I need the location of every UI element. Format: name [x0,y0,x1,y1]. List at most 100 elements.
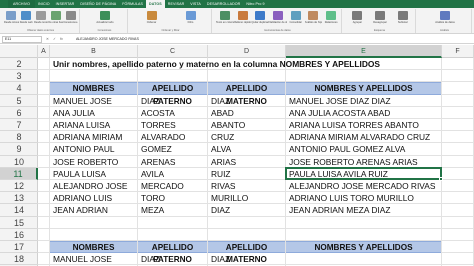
row-header[interactable]: 4 [0,82,38,95]
ribbon-button-label[interactable]: Quitar duplicados [251,21,269,24]
ribbon-tab[interactable]: DATOS [146,0,165,8]
ribbon-button-label[interactable]: Conexiones existentes [63,21,78,24]
ribbon-tab[interactable]: INSERTAR [53,0,78,8]
ribbon-button-icon[interactable] [375,11,385,20]
ribbon-button-label[interactable]: Desagrupar [369,21,392,24]
ribbon-tab[interactable]: VISTA [187,0,204,8]
ribbon-tab[interactable]: Nitro Pro 9 [243,0,267,8]
table-cell: PAULA LUISA [53,168,106,179]
table-cell: DIAZ [211,95,231,106]
column-header[interactable]: A [38,45,50,58]
ribbon-button-icon[interactable] [185,11,196,20]
table-cell: ARIANA LUISA TORRES ABANTO [289,120,419,130]
ribbon-group: Análisis de datos Análisis [418,9,472,33]
fx-icon[interactable]: fx [60,37,63,41]
ribbon-button-icon[interactable] [326,11,337,20]
column-header[interactable]: C [138,45,208,58]
enter-icon[interactable]: ✓ [53,37,56,41]
ribbon-tab[interactable]: INICIO [35,0,53,8]
table-cell: ALVARADO [141,132,186,143]
row-header[interactable]: 9 [0,143,38,156]
row-header[interactable]: 3 [0,70,38,83]
table-cell: ARIANA LUISA [53,120,111,130]
active-cell-selection[interactable] [285,166,442,180]
ribbon-button-label[interactable]: Relaciones [322,21,340,24]
ribbon-button-label[interactable]: Ordenar [132,21,171,24]
ribbon-button-label[interactable]: Agrupar [346,21,369,24]
row-header[interactable]: 16 [0,229,38,241]
column-header[interactable]: B [50,45,138,58]
ribbon-button-label[interactable]: Texto en columnas [216,21,234,24]
cancel-icon[interactable]: ✕ [46,37,49,41]
select-all-corner[interactable] [0,45,38,58]
column-header[interactable]: D [208,45,286,58]
worksheet-grid[interactable]: Unir nombres, apellido paterno y materno… [38,58,474,266]
ribbon-button-label[interactable]: Relleno rápido [234,21,252,24]
fill-handle[interactable] [439,177,443,181]
row-header[interactable]: 15 [0,217,38,229]
ribbon-tab[interactable]: REVISAR [165,0,187,8]
row-header[interactable]: 5 [0,95,38,107]
row-header[interactable]: 12 [0,180,38,193]
ribbon-tab[interactable]: DISEÑO DE PÁGINA [77,0,119,8]
row-header[interactable]: 18 [0,253,38,266]
ribbon-button-label[interactable]: Consolidar [287,21,305,24]
table-cell: ADRIANO LUIS TORO MURILLO [289,193,414,204]
row-header[interactable]: 17 [0,241,38,254]
ribbon-button-icon[interactable] [255,11,266,20]
column-header[interactable]: E [286,45,442,58]
ribbon-button-label[interactable]: De otras fuentes [48,21,63,24]
ribbon-button-icon[interactable] [397,11,408,20]
gridline [38,227,474,229]
ribbon-button-icon[interactable] [146,11,157,20]
ribbon-button-icon[interactable] [65,11,76,20]
column-header[interactable]: F [442,45,474,58]
ribbon-button-label[interactable]: Subtotal [391,21,414,24]
ribbon-button-icon[interactable] [219,11,230,20]
ribbon-button-label[interactable]: Análisis de datos [420,21,470,24]
table-cell: ACOSTA [141,107,175,118]
ribbon-button-icon[interactable] [308,11,319,20]
ribbon-button-icon[interactable] [290,11,301,20]
table-cell: JOSE ROBERTO [53,156,119,167]
ribbon-button-label[interactable]: Actualizar todo [84,21,126,24]
ribbon-button-label[interactable]: Análisis de hipótesis [305,21,323,24]
row-header[interactable]: 10 [0,156,38,168]
row-header[interactable]: 2 [0,58,38,71]
row-header[interactable]: 7 [0,119,38,132]
ribbon-group: Actualizar todo Conexiones [82,9,128,33]
ribbon-button-label[interactable]: Validación de datos [269,21,287,24]
table-cell: MANUEL JOSE [53,95,112,106]
ribbon-button-label[interactable]: Desde texto [34,21,49,24]
table-cell: DIAZ [211,205,231,216]
table-header: APELLIDO MATERNO [208,241,285,264]
ribbon-button-icon[interactable] [36,11,46,20]
column-headers: ABCDEF [0,45,474,58]
ribbon-button-icon[interactable] [352,11,363,20]
ribbon-tab[interactable]: FÓRMULAS [119,0,146,8]
ribbon-group-label: Esquema [374,29,385,32]
table-cell: ANA JULIA ACOSTA ABAD [289,107,391,118]
ribbon-button-label[interactable]: Desde Access [4,21,19,24]
ribbon-button-icon[interactable] [237,11,248,20]
ribbon-button-icon[interactable] [273,11,283,20]
row-header[interactable]: 8 [0,131,38,144]
ribbon-tab[interactable]: ARCHIVO [8,0,36,8]
ribbon-tab[interactable]: DESARROLLADOR [204,0,243,8]
ribbon-button-icon[interactable] [21,11,32,20]
ribbon-button-icon[interactable] [6,11,17,20]
ribbon-button-label[interactable]: Desde web [19,21,34,24]
ribbon-button-label[interactable]: Filtro [171,21,210,24]
row-header[interactable]: 13 [0,192,38,205]
name-box[interactable]: E11 [2,36,42,43]
table-cell: ABAD [211,107,234,118]
ribbon-button-icon[interactable] [100,11,110,20]
row-header[interactable]: 11 [0,167,38,180]
row-header[interactable]: 6 [0,107,38,119]
formula-input[interactable]: ALEJANDRO JOSE MERCADO RIVAS [74,36,472,43]
row-header[interactable]: 14 [0,204,38,217]
table-cell: ANTONIO PAUL [53,144,115,155]
ribbon-button-icon[interactable] [50,11,61,20]
table-cell: AVILA [141,168,165,179]
ribbon-button-icon[interactable] [440,11,450,20]
